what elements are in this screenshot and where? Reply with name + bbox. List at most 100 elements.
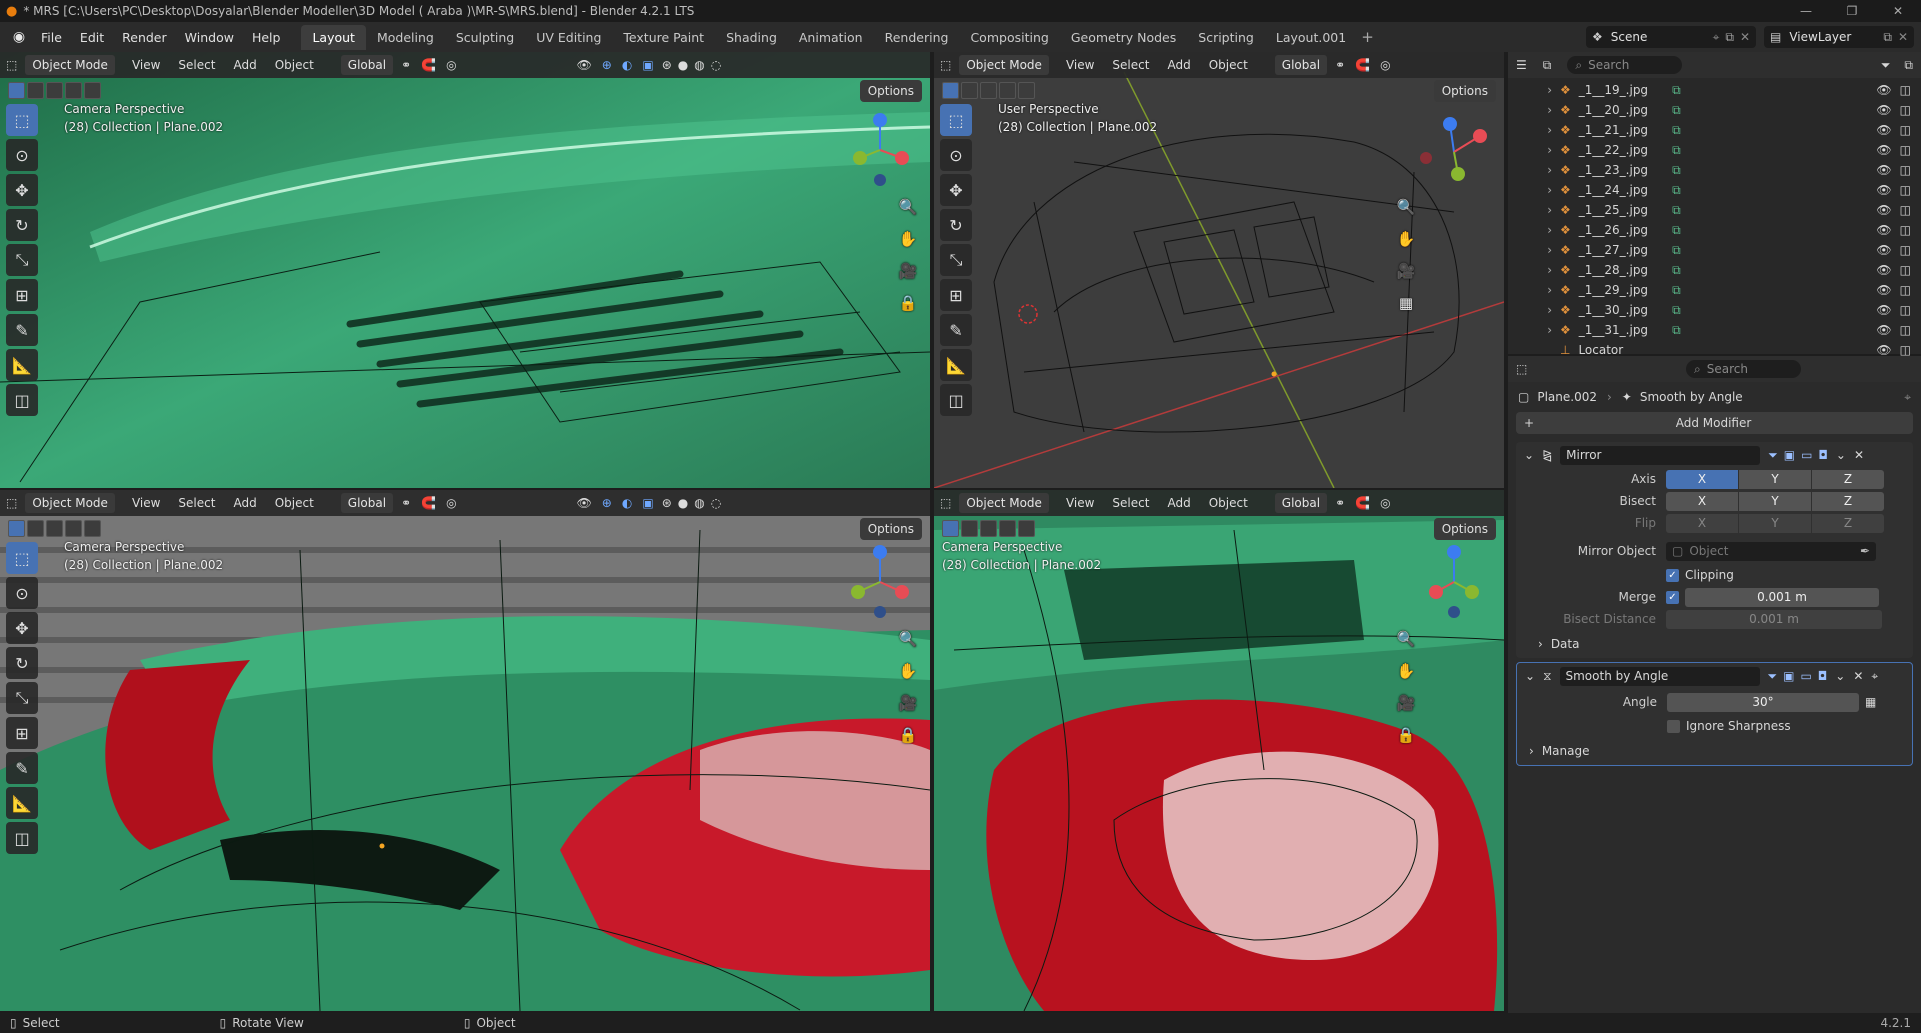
menu-object[interactable]: Object [1200, 496, 1257, 510]
bisect-x-toggle[interactable]: X [1666, 491, 1738, 511]
snap-icon[interactable]: 🧲 [1355, 58, 1370, 72]
editmode-toggle-icon[interactable]: ⏷ [1768, 669, 1778, 684]
menu-file[interactable]: File [32, 30, 71, 45]
add-cube-tool-icon[interactable]: ◫ [6, 822, 38, 854]
select-intersect-icon[interactable] [84, 82, 101, 99]
mode-dropdown[interactable]: Object Mode [959, 55, 1049, 75]
add-workspace-icon[interactable]: + [1361, 28, 1374, 46]
tab-layout[interactable]: Layout [301, 24, 366, 50]
cursor-tool-icon[interactable]: ⊙ [6, 577, 38, 609]
manage-subpanel[interactable]: › Manage [1517, 737, 1912, 765]
camera-render-icon[interactable]: ◫ [1900, 183, 1911, 197]
chevron-right-icon[interactable]: › [1528, 123, 1552, 137]
navigation-gizmo[interactable] [840, 540, 920, 620]
camera-view-icon[interactable]: 🎥 [1393, 258, 1419, 284]
chevron-right-icon[interactable]: › [1528, 263, 1552, 277]
eye-icon[interactable]: 👁 [1876, 343, 1891, 357]
bisect-y-toggle[interactable]: Y [1739, 491, 1811, 511]
breadcrumb-object[interactable]: Plane.002 [1537, 390, 1597, 404]
viewport-bottom-right[interactable]: ⬚ Object Mode View Select Add Object Glo… [934, 490, 1504, 1011]
eye-icon[interactable]: 👁 [1876, 283, 1891, 297]
attribute-toggle-icon[interactable]: ▦ [1865, 695, 1876, 709]
camera-view-icon[interactable]: 🎥 [895, 258, 921, 284]
chevron-right-icon[interactable]: › [1528, 103, 1552, 117]
flip-y-toggle[interactable]: Y [1739, 513, 1811, 533]
orientation-dropdown[interactable]: Global [1274, 493, 1328, 513]
scale-tool-icon[interactable]: ⤡ [940, 244, 972, 276]
remove-modifier-icon[interactable]: ✕ [1853, 669, 1863, 683]
cursor-tool-icon[interactable]: ⊙ [6, 139, 38, 171]
viewport-top-right[interactable]: ⬚ Object Mode View Select Add Object Glo… [934, 52, 1504, 488]
select-extend-icon[interactable] [27, 82, 44, 99]
solid-shading-icon[interactable]: ● [678, 496, 688, 510]
transform-tool-icon[interactable]: ⊞ [6, 717, 38, 749]
axis-x-toggle[interactable]: X [1666, 469, 1738, 489]
lock-camera-icon[interactable]: 🔒 [895, 722, 921, 748]
editor-type-icon[interactable]: ⬚ [940, 58, 951, 72]
wireframe-shading-icon[interactable]: ⊛ [662, 496, 672, 510]
tab-sculpting[interactable]: Sculpting [445, 25, 525, 50]
proportional-edit-icon[interactable]: ◎ [1380, 496, 1390, 510]
tab-layout-001[interactable]: Layout.001 [1265, 25, 1357, 50]
move-tool-icon[interactable]: ✥ [6, 174, 38, 206]
eye-icon[interactable]: 👁 [1876, 183, 1891, 197]
menu-view[interactable]: View [123, 496, 169, 510]
menu-edit[interactable]: Edit [71, 30, 113, 45]
outliner-item[interactable]: › ❖ _1__29_.jpg ⧉ 👁 ◫ [1508, 280, 1921, 300]
select-invert-icon[interactable] [999, 82, 1016, 99]
navigation-gizmo[interactable] [1414, 540, 1494, 620]
snap-icon[interactable]: 🧲 [421, 496, 436, 510]
outliner-item[interactable]: › ❖ _1__20_.jpg ⧉ 👁 ◫ [1508, 100, 1921, 120]
tab-scripting[interactable]: Scripting [1187, 25, 1265, 50]
pivot-icon[interactable]: ⚭ [401, 58, 411, 72]
menu-object[interactable]: Object [1200, 58, 1257, 72]
close-icon[interactable]: ✕ [1875, 0, 1921, 22]
new-scene-icon[interactable]: ⧉ [1725, 30, 1734, 45]
pan-icon[interactable]: ✋ [1393, 658, 1419, 684]
viewport-top-left[interactable]: ⬚ Object Mode View Select Add Object Glo… [0, 52, 930, 488]
add-modifier-button[interactable]: + Add Modifier [1516, 412, 1913, 434]
navigation-gizmo[interactable] [840, 108, 920, 188]
options-dropdown[interactable]: Options [1433, 80, 1496, 102]
perspective-toggle-icon[interactable]: ▦ [1393, 290, 1419, 316]
lock-camera-icon[interactable]: 🔒 [1393, 722, 1419, 748]
eye-icon[interactable]: 👁 [1876, 103, 1891, 117]
options-dropdown[interactable]: Options [859, 80, 922, 102]
ignore-sharpness-checkbox[interactable] [1667, 719, 1680, 733]
chevron-right-icon[interactable]: › [1528, 243, 1552, 257]
proportional-edit-icon[interactable]: ◎ [446, 58, 456, 72]
select-box-tool-icon[interactable]: ⬚ [940, 104, 972, 136]
outliner-item[interactable]: › ❖ _1__21_.jpg ⧉ 👁 ◫ [1508, 120, 1921, 140]
menu-add[interactable]: Add [1158, 496, 1199, 510]
proportional-edit-icon[interactable]: ◎ [446, 496, 456, 510]
flip-z-toggle[interactable]: Z [1812, 513, 1884, 533]
outliner-item[interactable]: › ❖ _1__27_.jpg ⧉ 👁 ◫ [1508, 240, 1921, 260]
proportional-edit-icon[interactable]: ◎ [1380, 58, 1390, 72]
rendered-shading-icon[interactable]: ◌ [711, 496, 721, 510]
scale-tool-icon[interactable]: ⤡ [6, 682, 38, 714]
menu-object[interactable]: Object [266, 496, 323, 510]
scale-tool-icon[interactable]: ⤡ [6, 244, 38, 276]
eyedropper-icon[interactable]: ✒ [1860, 544, 1870, 558]
menu-object[interactable]: Object [266, 58, 323, 72]
eye-icon[interactable]: 👁 [1876, 303, 1891, 317]
camera-render-icon[interactable]: ◫ [1900, 123, 1911, 137]
axis-y-toggle[interactable]: Y [1739, 469, 1811, 489]
filter-icon[interactable]: ⏷ [1881, 58, 1891, 73]
gizmo-icon[interactable]: ⊕ [602, 496, 612, 510]
overlays-icon[interactable]: ◐ [622, 58, 632, 72]
viewport-toggle-icon[interactable]: ▭ [1800, 669, 1811, 683]
camera-view-icon[interactable]: 🎥 [1393, 690, 1419, 716]
tab-shading[interactable]: Shading [715, 25, 788, 50]
camera-render-icon[interactable]: ◫ [1900, 203, 1911, 217]
pivot-icon[interactable]: ⚭ [1335, 496, 1345, 510]
select-subtract-icon[interactable] [980, 82, 997, 99]
eye-icon[interactable]: 👁 [1876, 143, 1891, 157]
chevron-right-icon[interactable]: › [1528, 163, 1552, 177]
visibility-icon[interactable]: 👁 [577, 496, 592, 510]
menu-help[interactable]: Help [243, 30, 290, 45]
tab-geometry-nodes[interactable]: Geometry Nodes [1060, 25, 1187, 50]
camera-render-icon[interactable]: ◫ [1900, 103, 1911, 117]
scene-selector[interactable]: ❖ Scene ⌖ ⧉ ✕ [1586, 26, 1756, 48]
camera-render-icon[interactable]: ◫ [1900, 143, 1911, 157]
